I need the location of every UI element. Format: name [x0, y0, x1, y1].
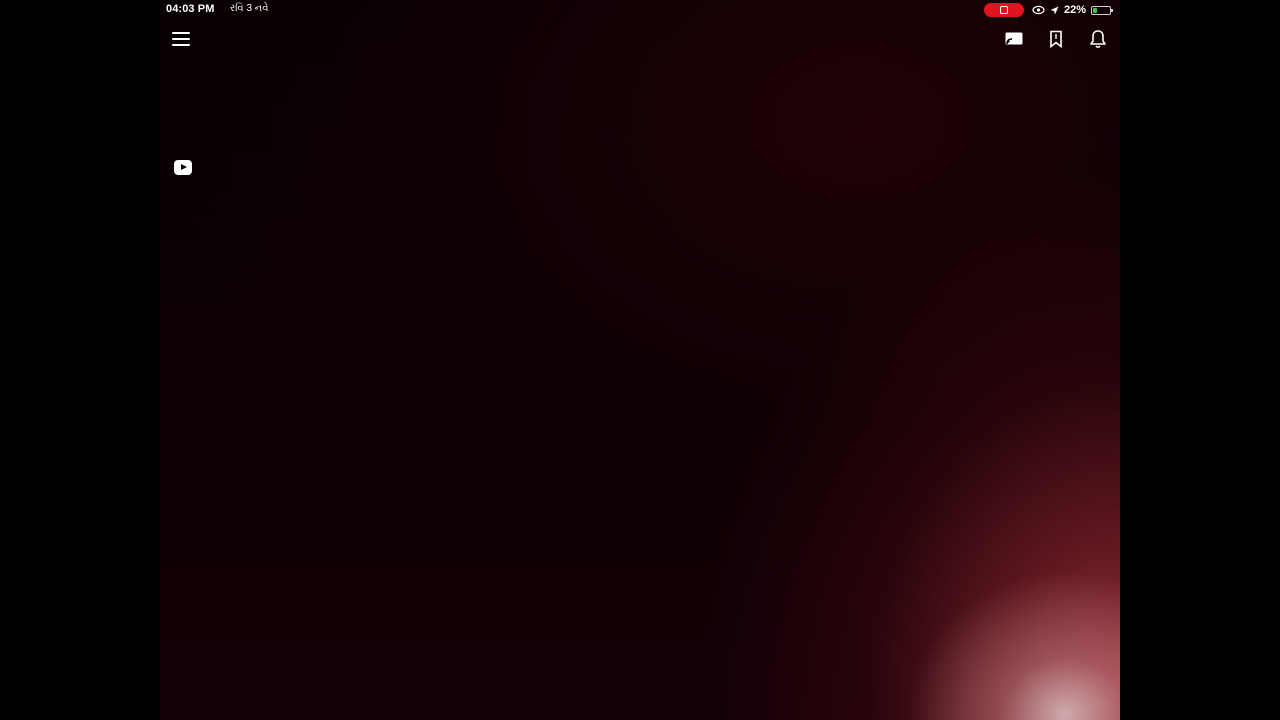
letterbox-right [1120, 0, 1280, 720]
cast-icon[interactable] [1002, 27, 1026, 51]
location-icon [1050, 6, 1059, 14]
screen-record-icon[interactable] [984, 3, 1024, 17]
hamburger-menu-icon[interactable] [170, 28, 192, 50]
battery-icon [1091, 5, 1114, 15]
notifications-bell-icon[interactable] [1086, 27, 1110, 51]
status-date: રવિ 3 નવે [230, 3, 269, 14]
status-time: 04:03 PM [166, 3, 215, 15]
tablet-screen: 04:03 PM રવિ 3 નવે 22% [160, 0, 1120, 720]
letterbox-left [0, 0, 160, 720]
bookmark-icon[interactable] [1044, 27, 1068, 51]
battery-fill [1093, 7, 1098, 13]
status-bar: 04:03 PM રવિ 3 નવે 22% [160, 0, 1120, 20]
header-actions [1002, 27, 1110, 51]
youtube-icon[interactable] [174, 160, 192, 175]
eye-comfort-icon [1032, 5, 1045, 15]
status-icons: 22% [1032, 2, 1114, 18]
battery-percent: 22% [1064, 4, 1087, 16]
